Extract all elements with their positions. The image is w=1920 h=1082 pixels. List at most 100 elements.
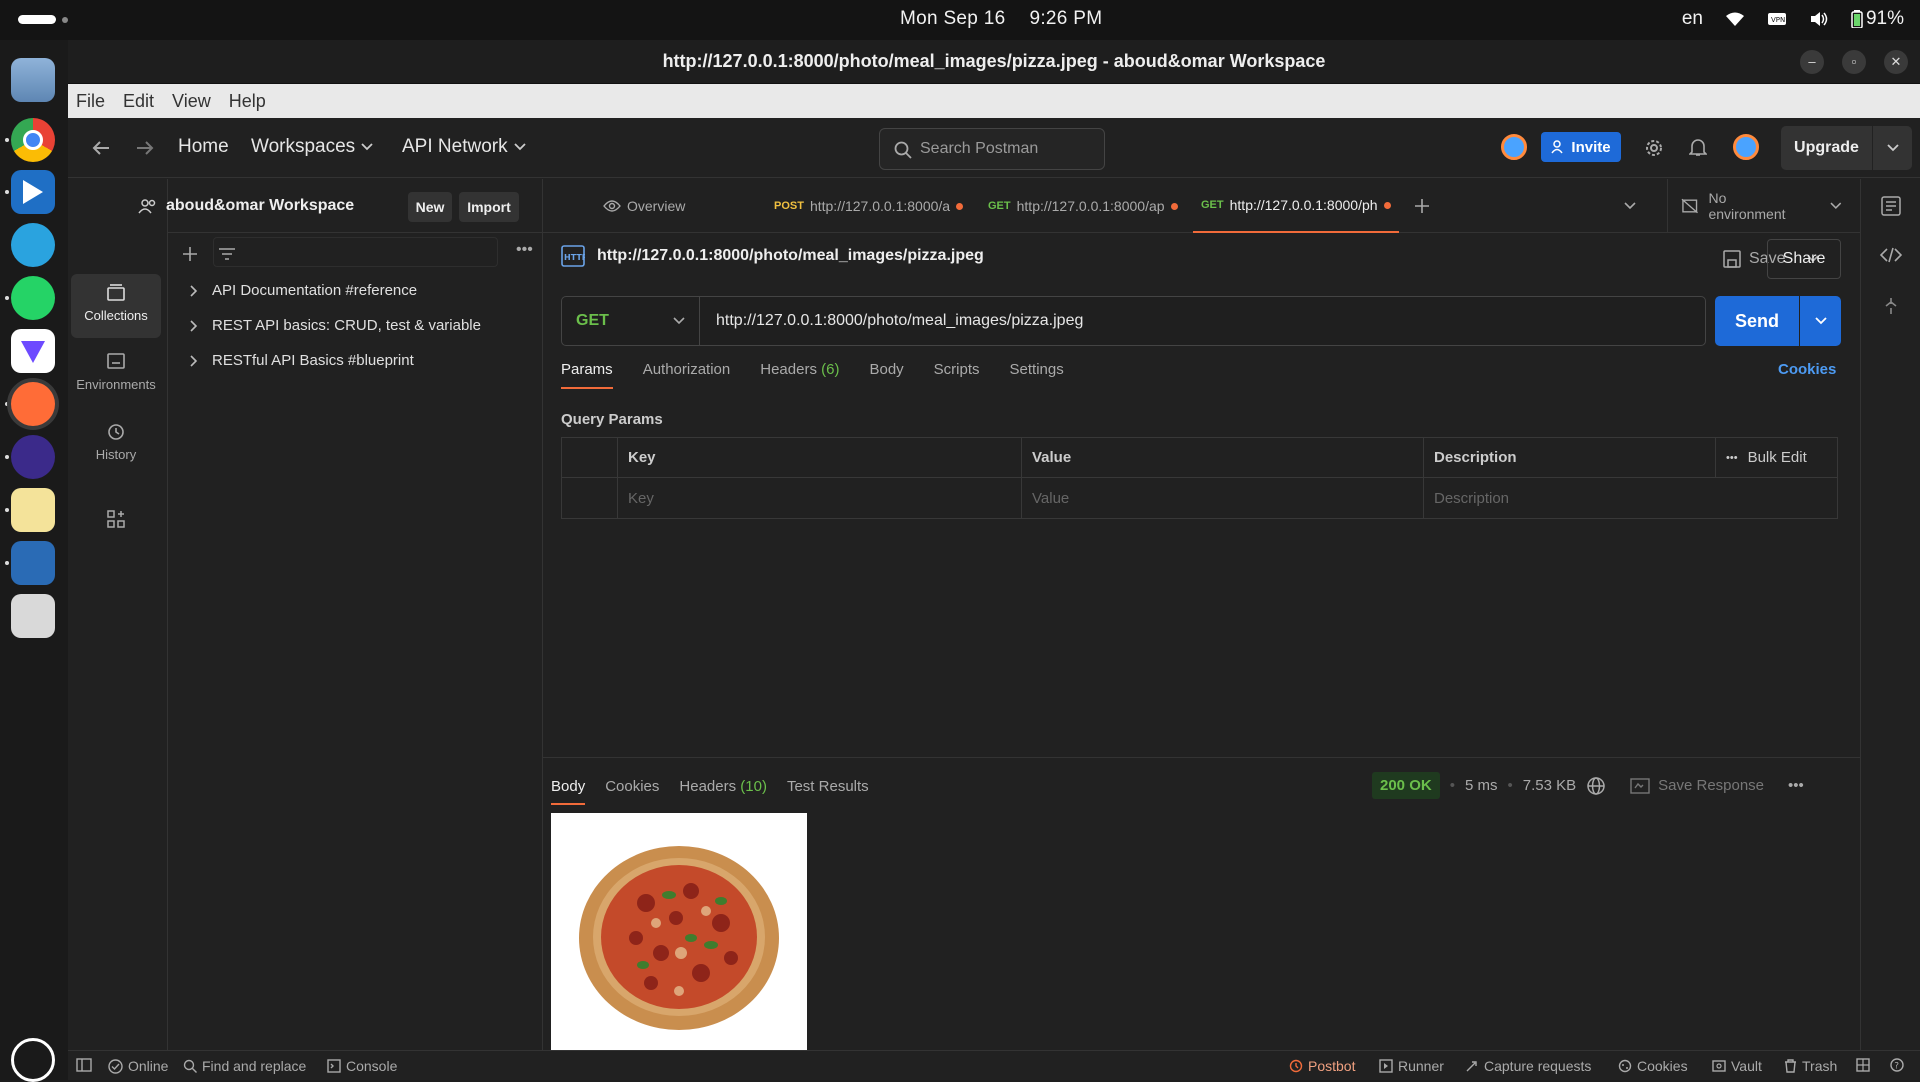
menu-edit[interactable]: Edit bbox=[123, 91, 154, 112]
send-button[interactable]: Send bbox=[1715, 296, 1799, 346]
telegram-app-icon[interactable] bbox=[11, 223, 55, 267]
response-tab-body[interactable]: Body bbox=[551, 778, 586, 805]
bell-icon[interactable] bbox=[1689, 137, 1707, 157]
vpn-icon[interactable]: VPN bbox=[1767, 11, 1787, 27]
status-code[interactable]: 200 OK bbox=[1372, 772, 1440, 799]
layout-toggle-button[interactable] bbox=[1856, 1058, 1870, 1072]
method-select[interactable]: GET bbox=[562, 297, 700, 345]
related-collections-icon[interactable] bbox=[1883, 297, 1899, 315]
collection-item[interactable]: API Documentation #reference bbox=[168, 273, 542, 308]
menu-file[interactable]: File bbox=[76, 91, 105, 112]
cookies-link[interactable]: Cookies bbox=[1778, 361, 1836, 378]
response-tab-headers[interactable]: Headers (10) bbox=[679, 778, 767, 805]
trash-button[interactable]: Trash bbox=[1784, 1058, 1837, 1074]
sidebar-item-collections[interactable]: Collections bbox=[71, 274, 161, 338]
back-arrow-icon[interactable] bbox=[92, 140, 110, 156]
battery-icon[interactable] bbox=[1851, 10, 1863, 28]
console-button[interactable]: Console bbox=[327, 1058, 397, 1074]
help-button[interactable]: ? bbox=[1890, 1058, 1904, 1072]
environment-selector[interactable]: No environment bbox=[1667, 179, 1842, 233]
text-editor-app-icon[interactable] bbox=[11, 488, 55, 532]
tab-settings[interactable]: Settings bbox=[1010, 361, 1064, 389]
clock[interactable]: Mon Sep 16 9:26 PM bbox=[900, 8, 1126, 30]
sidebar-item-configure[interactable] bbox=[71, 499, 161, 563]
sidebar-item-history[interactable]: History bbox=[71, 413, 161, 477]
proton-app-icon[interactable] bbox=[11, 329, 55, 373]
url-input[interactable]: http://127.0.0.1:8000/photo/meal_images/… bbox=[700, 312, 1083, 330]
add-tab-icon[interactable] bbox=[1414, 198, 1430, 214]
vscode-app-icon[interactable] bbox=[11, 170, 55, 214]
vault-button[interactable]: Vault bbox=[1712, 1058, 1762, 1074]
sidebar-item-environments[interactable]: Environments bbox=[71, 343, 161, 407]
collection-item[interactable]: REST API basics: CRUD, test & variable bbox=[168, 308, 542, 343]
close-button[interactable]: ✕ bbox=[1884, 50, 1908, 74]
key-input[interactable]: Key bbox=[618, 478, 1022, 518]
value-input[interactable]: Value bbox=[1022, 478, 1424, 518]
gear-icon[interactable] bbox=[1644, 138, 1664, 158]
tab-authorization[interactable]: Authorization bbox=[643, 361, 731, 389]
online-status[interactable]: Online bbox=[108, 1058, 168, 1074]
code-icon[interactable] bbox=[1880, 247, 1902, 263]
whatsapp-app-icon[interactable] bbox=[11, 276, 55, 320]
tab-params[interactable]: Params bbox=[561, 361, 613, 389]
postbot-button[interactable]: Postbot bbox=[1289, 1058, 1355, 1074]
tab-request-active[interactable]: GET http://127.0.0.1:8000/ph bbox=[1193, 179, 1399, 233]
chrome-app-icon[interactable] bbox=[11, 118, 55, 162]
send-dropdown-button[interactable] bbox=[1800, 296, 1841, 346]
collection-search-input[interactable] bbox=[213, 237, 498, 267]
bulk-edit-button[interactable]: ••• Bulk Edit bbox=[1716, 438, 1837, 477]
menu-view[interactable]: View bbox=[172, 91, 211, 112]
share-button[interactable]: Share bbox=[1767, 239, 1841, 279]
response-more-icon[interactable]: ••• bbox=[1788, 777, 1804, 794]
eclipse-app-icon[interactable] bbox=[11, 435, 55, 479]
sync-status-icon[interactable] bbox=[1501, 134, 1527, 160]
more-options-icon[interactable]: ••• bbox=[516, 241, 533, 259]
tab-headers[interactable]: Headers (6) bbox=[760, 361, 839, 389]
language-indicator[interactable]: en bbox=[1682, 8, 1703, 30]
request-name[interactable]: HTTP http://127.0.0.1:8000/photo/meal_im… bbox=[561, 245, 984, 267]
upgrade-dropdown-button[interactable] bbox=[1872, 126, 1912, 170]
workspaces-menu[interactable]: Workspaces bbox=[251, 136, 373, 158]
runner-button[interactable]: Runner bbox=[1379, 1058, 1444, 1074]
wifi-icon[interactable] bbox=[1725, 11, 1745, 27]
workspace-title[interactable]: aboud&omar Workspace bbox=[138, 197, 354, 215]
window-titlebar[interactable]: http://127.0.0.1:8000/photo/meal_images/… bbox=[68, 40, 1920, 84]
ubuntu-menu-icon[interactable] bbox=[11, 1038, 55, 1082]
forward-arrow-icon[interactable] bbox=[136, 140, 154, 156]
activities-indicator[interactable] bbox=[18, 15, 56, 24]
find-replace-button[interactable]: Find and replace bbox=[183, 1058, 306, 1074]
response-size[interactable]: 7.53 KB bbox=[1523, 777, 1576, 794]
new-button[interactable]: New bbox=[408, 192, 452, 222]
response-time[interactable]: 5 ms bbox=[1465, 777, 1498, 794]
upgrade-button[interactable]: Upgrade bbox=[1781, 126, 1872, 170]
files-app-icon[interactable] bbox=[11, 58, 55, 102]
tab-request[interactable]: POST http://127.0.0.1:8000/a bbox=[766, 179, 971, 233]
tabs-dropdown-icon[interactable] bbox=[1624, 202, 1636, 210]
collection-item[interactable]: RESTful API Basics #blueprint bbox=[168, 343, 542, 378]
tab-request[interactable]: GET http://127.0.0.1:8000/ap bbox=[980, 179, 1186, 233]
postman-app-icon[interactable] bbox=[11, 382, 55, 426]
maximize-button[interactable]: ▫ bbox=[1842, 50, 1866, 74]
menu-help[interactable]: Help bbox=[229, 91, 266, 112]
tab-overview[interactable]: Overview bbox=[595, 179, 693, 233]
home-link[interactable]: Home bbox=[178, 136, 229, 158]
import-button[interactable]: Import bbox=[459, 192, 519, 222]
tab-body[interactable]: Body bbox=[869, 361, 903, 389]
save-response-button[interactable]: Save Response bbox=[1630, 777, 1764, 794]
environment-quicklook-icon[interactable] bbox=[1881, 196, 1901, 216]
writer-app-icon[interactable] bbox=[11, 541, 55, 585]
minimize-button[interactable]: – bbox=[1800, 50, 1824, 74]
toggle-sidebar-button[interactable] bbox=[76, 1058, 92, 1072]
volume-icon[interactable] bbox=[1809, 11, 1829, 27]
tab-scripts[interactable]: Scripts bbox=[934, 361, 980, 389]
response-tab-cookies[interactable]: Cookies bbox=[605, 778, 659, 805]
capture-requests-button[interactable]: Capture requests bbox=[1465, 1058, 1591, 1074]
avatar[interactable] bbox=[1733, 134, 1759, 160]
api-network-menu[interactable]: API Network bbox=[402, 136, 526, 158]
trash-app-icon[interactable] bbox=[11, 594, 55, 638]
cookies-button[interactable]: Cookies bbox=[1618, 1058, 1688, 1074]
globe-icon[interactable] bbox=[1586, 776, 1606, 796]
invite-button[interactable]: Invite bbox=[1541, 132, 1621, 162]
search-input[interactable]: Search Postman bbox=[879, 128, 1105, 170]
response-tab-test-results[interactable]: Test Results bbox=[787, 778, 869, 805]
